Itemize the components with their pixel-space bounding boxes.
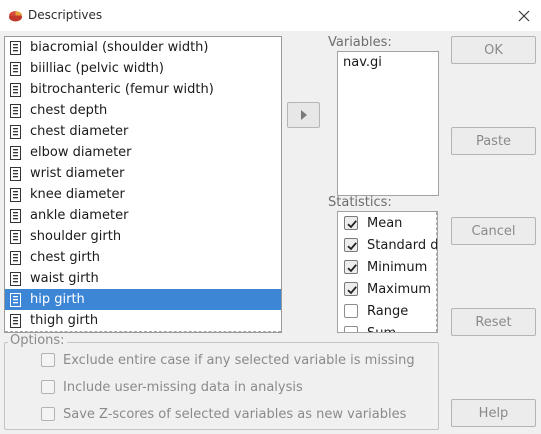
move-variable-button[interactable] <box>287 102 320 128</box>
statistic-option[interactable]: Maximum <box>344 278 431 300</box>
statistic-label: Standard d <box>367 237 438 253</box>
variable-label: bitrochanteric (femur width) <box>30 82 214 97</box>
variable-list-item[interactable]: wrist diameter <box>5 163 281 184</box>
option-row[interactable]: Include user-missing data in analysis <box>41 378 303 396</box>
statistic-label: Minimum <box>367 259 428 275</box>
variable-list-item[interactable]: biacromial (shoulder width) <box>5 37 281 58</box>
option-row[interactable]: Save Z-scores of selected variables as n… <box>41 405 406 423</box>
variable-label: wrist diameter <box>30 166 125 181</box>
arrow-right-icon <box>300 110 307 120</box>
variable-list-item[interactable]: thigh girth <box>5 310 281 331</box>
statistic-label: Maximum <box>367 281 432 297</box>
check-icon <box>347 242 357 251</box>
scale-variable-icon <box>10 187 21 202</box>
scale-variable-icon <box>10 271 21 286</box>
variable-label: biilliac (pelvic width) <box>30 61 164 76</box>
option-label: Save Z-scores of selected variables as n… <box>63 406 407 422</box>
check-icon <box>347 220 357 229</box>
variable-list-item[interactable]: shoulder girth <box>5 226 281 247</box>
check-icon <box>347 286 357 295</box>
variable-label: ankle diameter <box>30 208 129 223</box>
window-title: Descriptives <box>28 8 103 22</box>
target-variable-item[interactable]: nav.gi <box>343 55 382 70</box>
statistic-checkbox[interactable] <box>344 216 358 230</box>
variable-list-item[interactable]: hip girth <box>5 289 281 310</box>
scale-variable-icon <box>10 313 21 328</box>
variable-label: elbow diameter <box>30 145 132 160</box>
check-icon <box>347 264 357 273</box>
scale-variable-icon <box>10 82 21 97</box>
scale-variable-icon <box>10 40 21 55</box>
statistic-label: Mean <box>367 215 403 231</box>
options-label: Options: <box>8 333 67 348</box>
statistic-checkbox[interactable] <box>344 238 358 252</box>
statistic-option[interactable]: Mean <box>344 212 402 234</box>
scale-variable-icon <box>10 124 21 139</box>
statistic-label: Range <box>367 303 409 319</box>
statistic-option[interactable]: Range <box>344 300 408 322</box>
variable-label: chest diameter <box>30 124 129 139</box>
scale-variable-icon <box>10 229 21 244</box>
variable-list-item[interactable]: chest girth <box>5 247 281 268</box>
list-divider <box>5 331 281 332</box>
statistic-option[interactable]: Standard d <box>344 234 438 256</box>
pie-chart-icon <box>9 11 22 22</box>
variable-list-item[interactable]: biilliac (pelvic width) <box>5 58 281 79</box>
variable-label: hip girth <box>30 292 85 307</box>
variable-list-item[interactable]: waist girth <box>5 268 281 289</box>
cancel-button[interactable]: Cancel <box>451 217 536 245</box>
statistic-checkbox[interactable] <box>344 304 358 318</box>
variable-label: chest depth <box>30 103 108 118</box>
variable-list-item[interactable]: bitrochanteric (femur width) <box>5 79 281 100</box>
variable-list-item[interactable]: ankle diameter <box>5 205 281 226</box>
variable-label: shoulder girth <box>30 229 122 244</box>
statistic-option[interactable]: Minimum <box>344 256 427 278</box>
help-button[interactable]: Help <box>451 399 536 427</box>
option-label: Include user-missing data in analysis <box>63 379 303 395</box>
statistics-list[interactable]: Mean Standard d Minimum Maximum Range Sum <box>337 211 438 333</box>
variable-list-item[interactable]: chest depth <box>5 100 281 121</box>
scale-variable-icon <box>10 145 21 160</box>
ok-button[interactable]: OK <box>451 36 536 64</box>
variables-target-list[interactable]: nav.gi <box>337 51 439 196</box>
scale-variable-icon <box>10 208 21 223</box>
variable-list-item[interactable]: knee diameter <box>5 184 281 205</box>
scale-variable-icon <box>10 292 21 307</box>
variable-label: chest girth <box>30 250 100 265</box>
variable-label: knee diameter <box>30 187 125 202</box>
statistic-checkbox[interactable] <box>344 260 358 274</box>
close-icon[interactable] <box>513 5 535 27</box>
variable-label: thigh girth <box>30 313 99 328</box>
scale-variable-icon <box>10 61 21 76</box>
statistic-checkbox[interactable] <box>344 326 358 332</box>
variable-label: waist girth <box>30 271 99 286</box>
variables-label: Variables: <box>328 35 392 50</box>
variable-label: biacromial (shoulder width) <box>30 40 209 55</box>
scale-variable-icon <box>10 166 21 181</box>
option-checkbox[interactable] <box>41 407 55 421</box>
variable-list-item[interactable]: chest diameter <box>5 121 281 142</box>
reset-button[interactable]: Reset <box>451 308 536 336</box>
option-checkbox[interactable] <box>41 353 55 367</box>
statistic-option[interactable]: Sum <box>344 322 397 333</box>
statistics-label: Statistics: <box>328 195 392 210</box>
list-divider <box>436 212 437 332</box>
paste-button[interactable]: Paste <box>451 127 536 155</box>
statistic-checkbox[interactable] <box>344 282 358 296</box>
option-label: Exclude entire case if any selected vari… <box>63 352 415 368</box>
source-variable-list[interactable]: biacromial (shoulder width) biilliac (pel… <box>4 36 282 333</box>
option-row[interactable]: Exclude entire case if any selected vari… <box>41 351 415 369</box>
scale-variable-icon <box>10 103 21 118</box>
title-bar: Descriptives <box>0 0 541 31</box>
option-checkbox[interactable] <box>41 380 55 394</box>
scale-variable-icon <box>10 250 21 265</box>
statistic-label: Sum <box>367 325 397 333</box>
variable-list-item[interactable]: elbow diameter <box>5 142 281 163</box>
